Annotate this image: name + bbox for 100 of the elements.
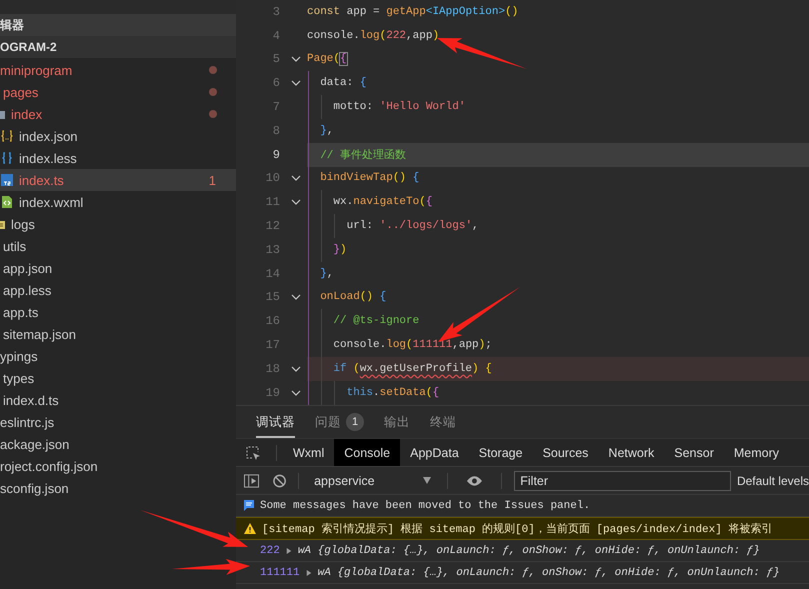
file-name: app.less	[3, 282, 52, 298]
code-line: },	[319, 268, 334, 280]
code-line: // 事件处理函数	[319, 148, 406, 162]
tree-item[interactable]: roject.config.json	[0, 455, 236, 477]
line-number: 3	[272, 4, 280, 19]
console-message: Some messages have been moved to the Issues panel.	[260, 500, 590, 512]
tree-item[interactable]: app.ts	[0, 301, 236, 323]
panel-tab[interactable]: 终端	[430, 406, 456, 438]
tree-item[interactable]: index.ts 1	[0, 169, 236, 191]
code-line: motto: 'Hello World'	[332, 101, 466, 114]
file-name: ackage.json	[0, 436, 70, 452]
line-number: 11	[264, 195, 280, 210]
expand-triangle-icon[interactable]	[286, 546, 292, 554]
devtools-tab[interactable]: Network	[598, 439, 664, 466]
line-number: 15	[264, 290, 280, 304]
code-line: })	[332, 244, 347, 256]
log-value: 111111	[260, 566, 300, 578]
filter-field[interactable]: Filter	[514, 470, 731, 490]
warning-icon	[244, 523, 256, 534]
file-name: miniprogram	[0, 62, 72, 78]
code-line: Page({	[307, 53, 347, 66]
line-number: 10	[264, 171, 280, 186]
file-name: types	[3, 370, 34, 386]
chevron-down-icon[interactable]	[290, 390, 300, 396]
tree-item[interactable]: miniprogram	[0, 59, 236, 81]
line-number: 9	[272, 148, 280, 162]
line-number: 13	[264, 242, 280, 257]
file-name: sconfig.json	[0, 480, 69, 496]
clear-console-icon[interactable]	[273, 474, 286, 488]
expand-triangle-icon[interactable]	[306, 568, 312, 576]
code-line: bindViewTap() {	[319, 172, 420, 184]
tree-item[interactable]: eslintrc.js	[0, 411, 236, 433]
file-name: logs	[11, 216, 35, 232]
line-number: 17	[264, 338, 280, 352]
code-line: // @ts-ignore	[332, 315, 420, 328]
file-name: roject.config.json	[0, 458, 98, 474]
file-name: index.wxml	[19, 194, 84, 210]
code-line: console.log(111111,app);	[332, 339, 492, 352]
line-number: 12	[264, 219, 280, 234]
tree-item[interactable]: sitemap.json	[0, 323, 236, 345]
file-name: sitemap.json	[3, 326, 76, 342]
chevron-down-icon[interactable]	[290, 294, 300, 300]
chevron-down-icon[interactable]	[290, 175, 300, 182]
chevron-down-icon[interactable]	[290, 199, 300, 206]
typescript-file-icon	[1, 174, 13, 186]
devtools-tab[interactable]: Memory	[724, 439, 790, 466]
file-name: app.json	[3, 260, 52, 276]
tree-item[interactable]: types	[0, 367, 236, 389]
tree-item[interactable]: utils	[0, 235, 236, 257]
line-number: 8	[272, 124, 280, 138]
devtools-tab[interactable]: Sensor	[664, 439, 724, 466]
line-number: 18	[264, 362, 280, 376]
tree-item[interactable]: ackage.json	[0, 433, 236, 455]
devtools-tab[interactable]: Storage	[468, 439, 533, 466]
file-name: index.ts	[19, 172, 64, 188]
object-summary[interactable]: wA {globalData: {…}, onLaunch: ƒ, onShow: ƒ, onHide: ƒ, onUnlaunch: ƒ}	[318, 566, 780, 578]
tree-item[interactable]: app.less	[0, 279, 236, 301]
tree-item[interactable]: sconfig.json	[0, 477, 236, 499]
less-file-icon	[1, 152, 13, 164]
tree-item[interactable]: index.d.ts	[0, 389, 236, 411]
inspect-element-icon[interactable]	[245, 444, 261, 460]
code-line: this.setData({	[346, 386, 440, 399]
file-name: index	[11, 106, 42, 122]
code-line: wx.navigateTo({	[332, 196, 432, 208]
file-name: index.d.ts	[3, 392, 59, 408]
context-select[interactable]: appservice	[311, 474, 432, 488]
tree-item[interactable]: index.less	[0, 147, 236, 169]
line-number: 19	[264, 386, 280, 400]
chevron-down-icon[interactable]	[290, 80, 300, 86]
tree-item[interactable]: app.json	[0, 257, 236, 279]
panel-tab[interactable]: 问题	[315, 406, 341, 438]
line-number: 14	[264, 266, 280, 281]
sidebar-toggle-icon[interactable]	[244, 474, 260, 488]
code-line: const app = getApp<IAppOption>()	[307, 6, 518, 18]
console-message: [sitemap 索引情况提示] 根据 sitemap 的规则[0]，当前页面 [pages/index/index] 将被索引	[262, 522, 772, 536]
code-line: },	[319, 124, 334, 137]
tree-item[interactable]: index.wxml	[0, 191, 236, 213]
eye-icon[interactable]	[466, 474, 484, 486]
file-name: index.json	[19, 128, 78, 144]
problem-count: 1	[208, 172, 216, 188]
tree-item[interactable]: ypings	[0, 345, 236, 367]
tree-item[interactable]: logs	[0, 213, 236, 235]
file-name: index.less	[19, 150, 77, 166]
chevron-down-icon[interactable]	[290, 56, 300, 62]
log-levels-dropdown[interactable]: Default levels	[736, 474, 809, 488]
tree-item[interactable]: index	[0, 103, 236, 125]
line-number: 7	[272, 100, 280, 114]
devtools-tab[interactable]: Wxml	[283, 439, 334, 466]
panel-tab[interactable]: 输出	[384, 406, 410, 438]
json-file-icon	[1, 130, 13, 142]
count-badge: 1	[346, 413, 364, 431]
devtools-tab[interactable]: Sources	[532, 439, 598, 466]
object-summary[interactable]: wA {globalData: {…}, onLaunch: ƒ, onShow: ƒ, onHide: ƒ, onUnlaunch: ƒ}	[298, 544, 760, 556]
devtools-tab[interactable]: Console	[334, 439, 400, 466]
tree-item[interactable]: pages	[0, 81, 236, 103]
chevron-down-icon[interactable]	[290, 366, 300, 372]
tree-item[interactable]: index.json	[0, 125, 236, 147]
devtools-tab[interactable]: AppData	[400, 439, 469, 466]
caret-icon	[423, 477, 432, 484]
line-number: 16	[264, 314, 280, 328]
